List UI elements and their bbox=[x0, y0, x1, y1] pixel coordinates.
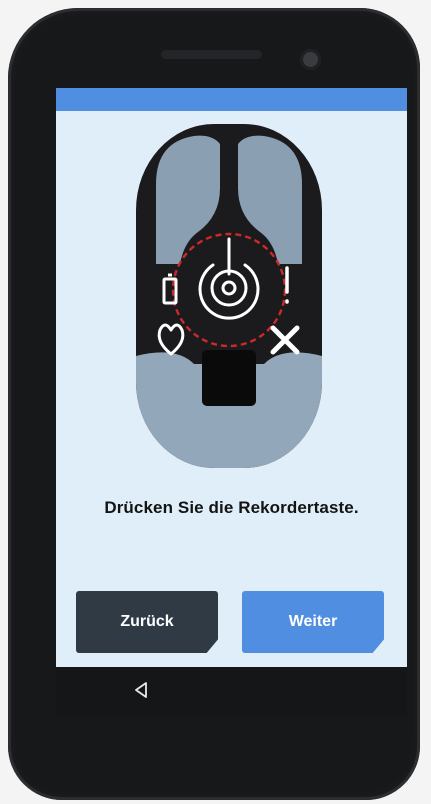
recorder-device-illustration bbox=[136, 124, 322, 468]
earpiece-speaker bbox=[161, 50, 262, 59]
back-button[interactable]: Zurück bbox=[76, 591, 218, 653]
next-button-label: Weiter bbox=[288, 613, 338, 630]
photo-scene: Drücken Sie die Rekordertaste. Zurück We… bbox=[0, 0, 431, 804]
back-triangle-icon[interactable] bbox=[132, 681, 150, 699]
back-button-label: Zurück bbox=[120, 613, 174, 630]
status-bar bbox=[56, 88, 407, 111]
front-camera bbox=[300, 49, 321, 70]
phone-screen: Drücken Sie die Rekordertaste. Zurück We… bbox=[56, 88, 407, 667]
next-button[interactable]: Weiter bbox=[242, 591, 384, 653]
instruction-text: Drücken Sie die Rekordertaste. bbox=[104, 498, 359, 517]
black-square-button bbox=[202, 350, 256, 406]
system-navigation-bar bbox=[56, 667, 407, 715]
